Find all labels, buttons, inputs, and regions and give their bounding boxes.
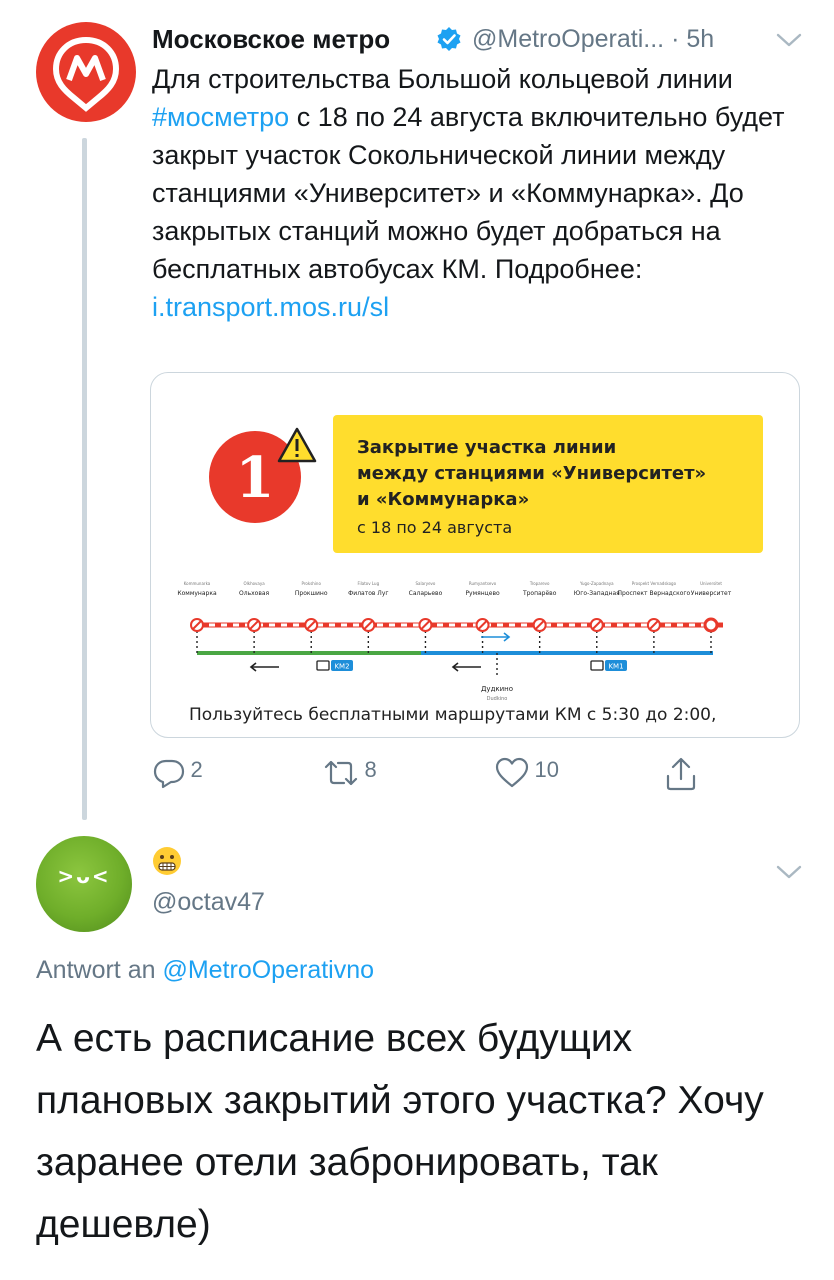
km2-label: KM2 bbox=[334, 663, 349, 671]
author-handle-text: @MetroOperati... bbox=[472, 25, 665, 53]
station-latin-label: Prokshino bbox=[302, 581, 322, 586]
heart-icon bbox=[495, 757, 529, 788]
reply-icon bbox=[153, 759, 185, 789]
reply-text: А есть расписание всех будущих плановых … bbox=[36, 1017, 764, 1246]
tweet-text-part: Для строительства Большой кольцевой лини… bbox=[152, 64, 733, 94]
tweet-time: · 5h bbox=[671, 25, 715, 53]
retweet-action[interactable]: 8 bbox=[322, 756, 377, 796]
km1-bus-icon bbox=[590, 660, 604, 671]
like-count: 10 bbox=[534, 757, 559, 783]
grimacing-face-icon bbox=[153, 847, 181, 875]
avatar-face: >ᴗ< bbox=[57, 864, 111, 888]
banner-line1: Закрытие участка линии bbox=[357, 437, 616, 458]
closure-infographic: 1 Закрытие участка линии между станциями… bbox=[177, 415, 763, 702]
user-avatar[interactable]: >ᴗ< bbox=[36, 836, 132, 932]
station-name-label: Проспект Вернадского bbox=[618, 590, 691, 597]
station-latin-label: Salaryevo bbox=[416, 581, 436, 586]
station-name-label: Юго-Западная bbox=[574, 590, 620, 597]
station-latin-label: Filatov Lug bbox=[358, 581, 380, 586]
reply-author-handle[interactable]: @octav47 bbox=[152, 888, 265, 917]
reply-action[interactable]: 2 bbox=[152, 756, 203, 796]
station-latin-label: Rumyantsevo bbox=[469, 581, 497, 586]
author-handle[interactable]: @MetroOperati... · 5h bbox=[472, 25, 714, 54]
open-station-marker bbox=[703, 617, 719, 633]
verified-badge-icon bbox=[437, 27, 461, 51]
station-latin-label: Troparevo bbox=[529, 581, 550, 586]
like-action[interactable]: 10 bbox=[494, 756, 559, 796]
line-number: 1 bbox=[236, 445, 275, 511]
transfer-station-label: Дудкино bbox=[481, 685, 513, 693]
station-latin-label: Prospekt Vernadskogo bbox=[632, 581, 677, 586]
tweet-text: Для строительства Большой кольцевой лини… bbox=[152, 60, 812, 326]
station-name-label: Румянцево bbox=[465, 590, 500, 597]
station-latin-label: Olkhovaya bbox=[244, 581, 266, 586]
media-card[interactable]: 1 Закрытие участка линии между станциями… bbox=[150, 372, 800, 738]
banner-line3: и «Коммунарка» bbox=[357, 489, 529, 510]
station-latin-label: Universitet bbox=[700, 581, 722, 586]
share-icon bbox=[666, 757, 696, 791]
station-latin-label: Kommunarka bbox=[184, 581, 211, 586]
reply-count: 2 bbox=[190, 757, 203, 783]
station-name-label: Ольховая bbox=[239, 590, 270, 597]
station-name-label: Филатов Луг bbox=[348, 590, 388, 597]
metro-avatar[interactable] bbox=[36, 22, 136, 122]
station-name-label: Прокшино bbox=[295, 590, 328, 597]
chevron-down-icon[interactable] bbox=[776, 32, 802, 48]
reply-to-handle-link[interactable]: @MetroOperativno bbox=[162, 956, 374, 984]
thread-line bbox=[82, 138, 87, 820]
author-name[interactable]: Московское метро bbox=[152, 24, 390, 55]
station-latin-label: Yugo-Zapadnaya bbox=[579, 581, 614, 586]
tweet-url-link[interactable]: i.transport.mos.ru/sl bbox=[152, 292, 389, 322]
station-name-label: Коммунарка bbox=[177, 590, 217, 597]
banner-dates: с 18 по 24 августа bbox=[357, 518, 512, 537]
metro-logo-icon bbox=[52, 36, 120, 112]
hashtag-link[interactable]: #мосметро bbox=[152, 102, 289, 132]
station-name-label: Саларьево bbox=[409, 590, 443, 597]
km1-label: KM1 bbox=[608, 663, 623, 671]
station-name-label: Университет bbox=[691, 590, 732, 597]
reply-to-line: Antwort an @MetroOperativno bbox=[36, 956, 374, 985]
retweet-count: 8 bbox=[364, 757, 377, 783]
chevron-down-icon[interactable] bbox=[776, 864, 802, 880]
card-footer-text: Пользуйтесь бесплатными маршрутами КМ с … bbox=[189, 705, 717, 725]
banner-line2: между станциями «Университет» bbox=[357, 463, 706, 484]
share-action[interactable] bbox=[664, 756, 698, 796]
transfer-station-latin: Dudkino bbox=[487, 696, 508, 702]
route-map: Kommunarka Коммунарка Olkhovaya Ольховая Pro… bbox=[177, 581, 732, 675]
retweet-icon bbox=[324, 760, 358, 786]
reply-to-prefix: Antwort an bbox=[36, 956, 163, 984]
km2-bus-icon bbox=[316, 660, 330, 671]
station-name-label: Тропарёво bbox=[522, 590, 557, 597]
